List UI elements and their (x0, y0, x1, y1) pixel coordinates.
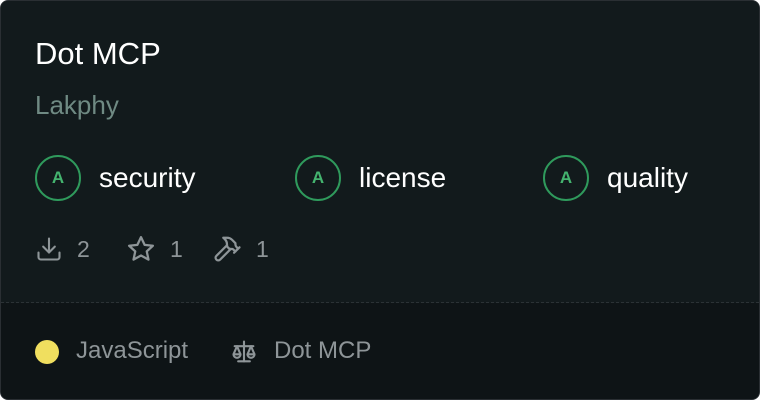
security-grade-label: security (99, 162, 196, 193)
hammer-icon (212, 234, 242, 264)
download-icon (35, 235, 63, 263)
downloads-count: 2 (77, 235, 90, 262)
quality-grade-badge: A (543, 155, 589, 201)
language-label: JavaScript (76, 337, 189, 364)
star-icon (126, 234, 156, 264)
quality-grade: A quality (543, 155, 688, 201)
server-author[interactable]: Lakphy (35, 89, 119, 121)
license-grade-badge: A (295, 155, 341, 201)
stars-stat: 1 (126, 233, 183, 265)
server-card[interactable]: Dot MCP Lakphy A security A license A qu… (0, 0, 760, 400)
language-color-dot (35, 340, 59, 364)
security-grade: A security (35, 155, 195, 201)
card-body: Dot MCP Lakphy A security A license A qu… (1, 1, 759, 302)
downloads-stat: 2 (35, 233, 90, 265)
security-grade-badge: A (35, 155, 81, 201)
license-grade: A license (295, 155, 446, 201)
tools-count: 1 (256, 235, 269, 262)
stars-count: 1 (170, 235, 183, 262)
license-grade-label: license (359, 162, 447, 193)
server-title[interactable]: Dot MCP (35, 35, 161, 73)
quality-grade-label: quality (607, 162, 688, 193)
scale-icon (230, 338, 258, 371)
license-label: Dot MCP (274, 337, 372, 364)
tools-stat: 1 (212, 233, 269, 265)
